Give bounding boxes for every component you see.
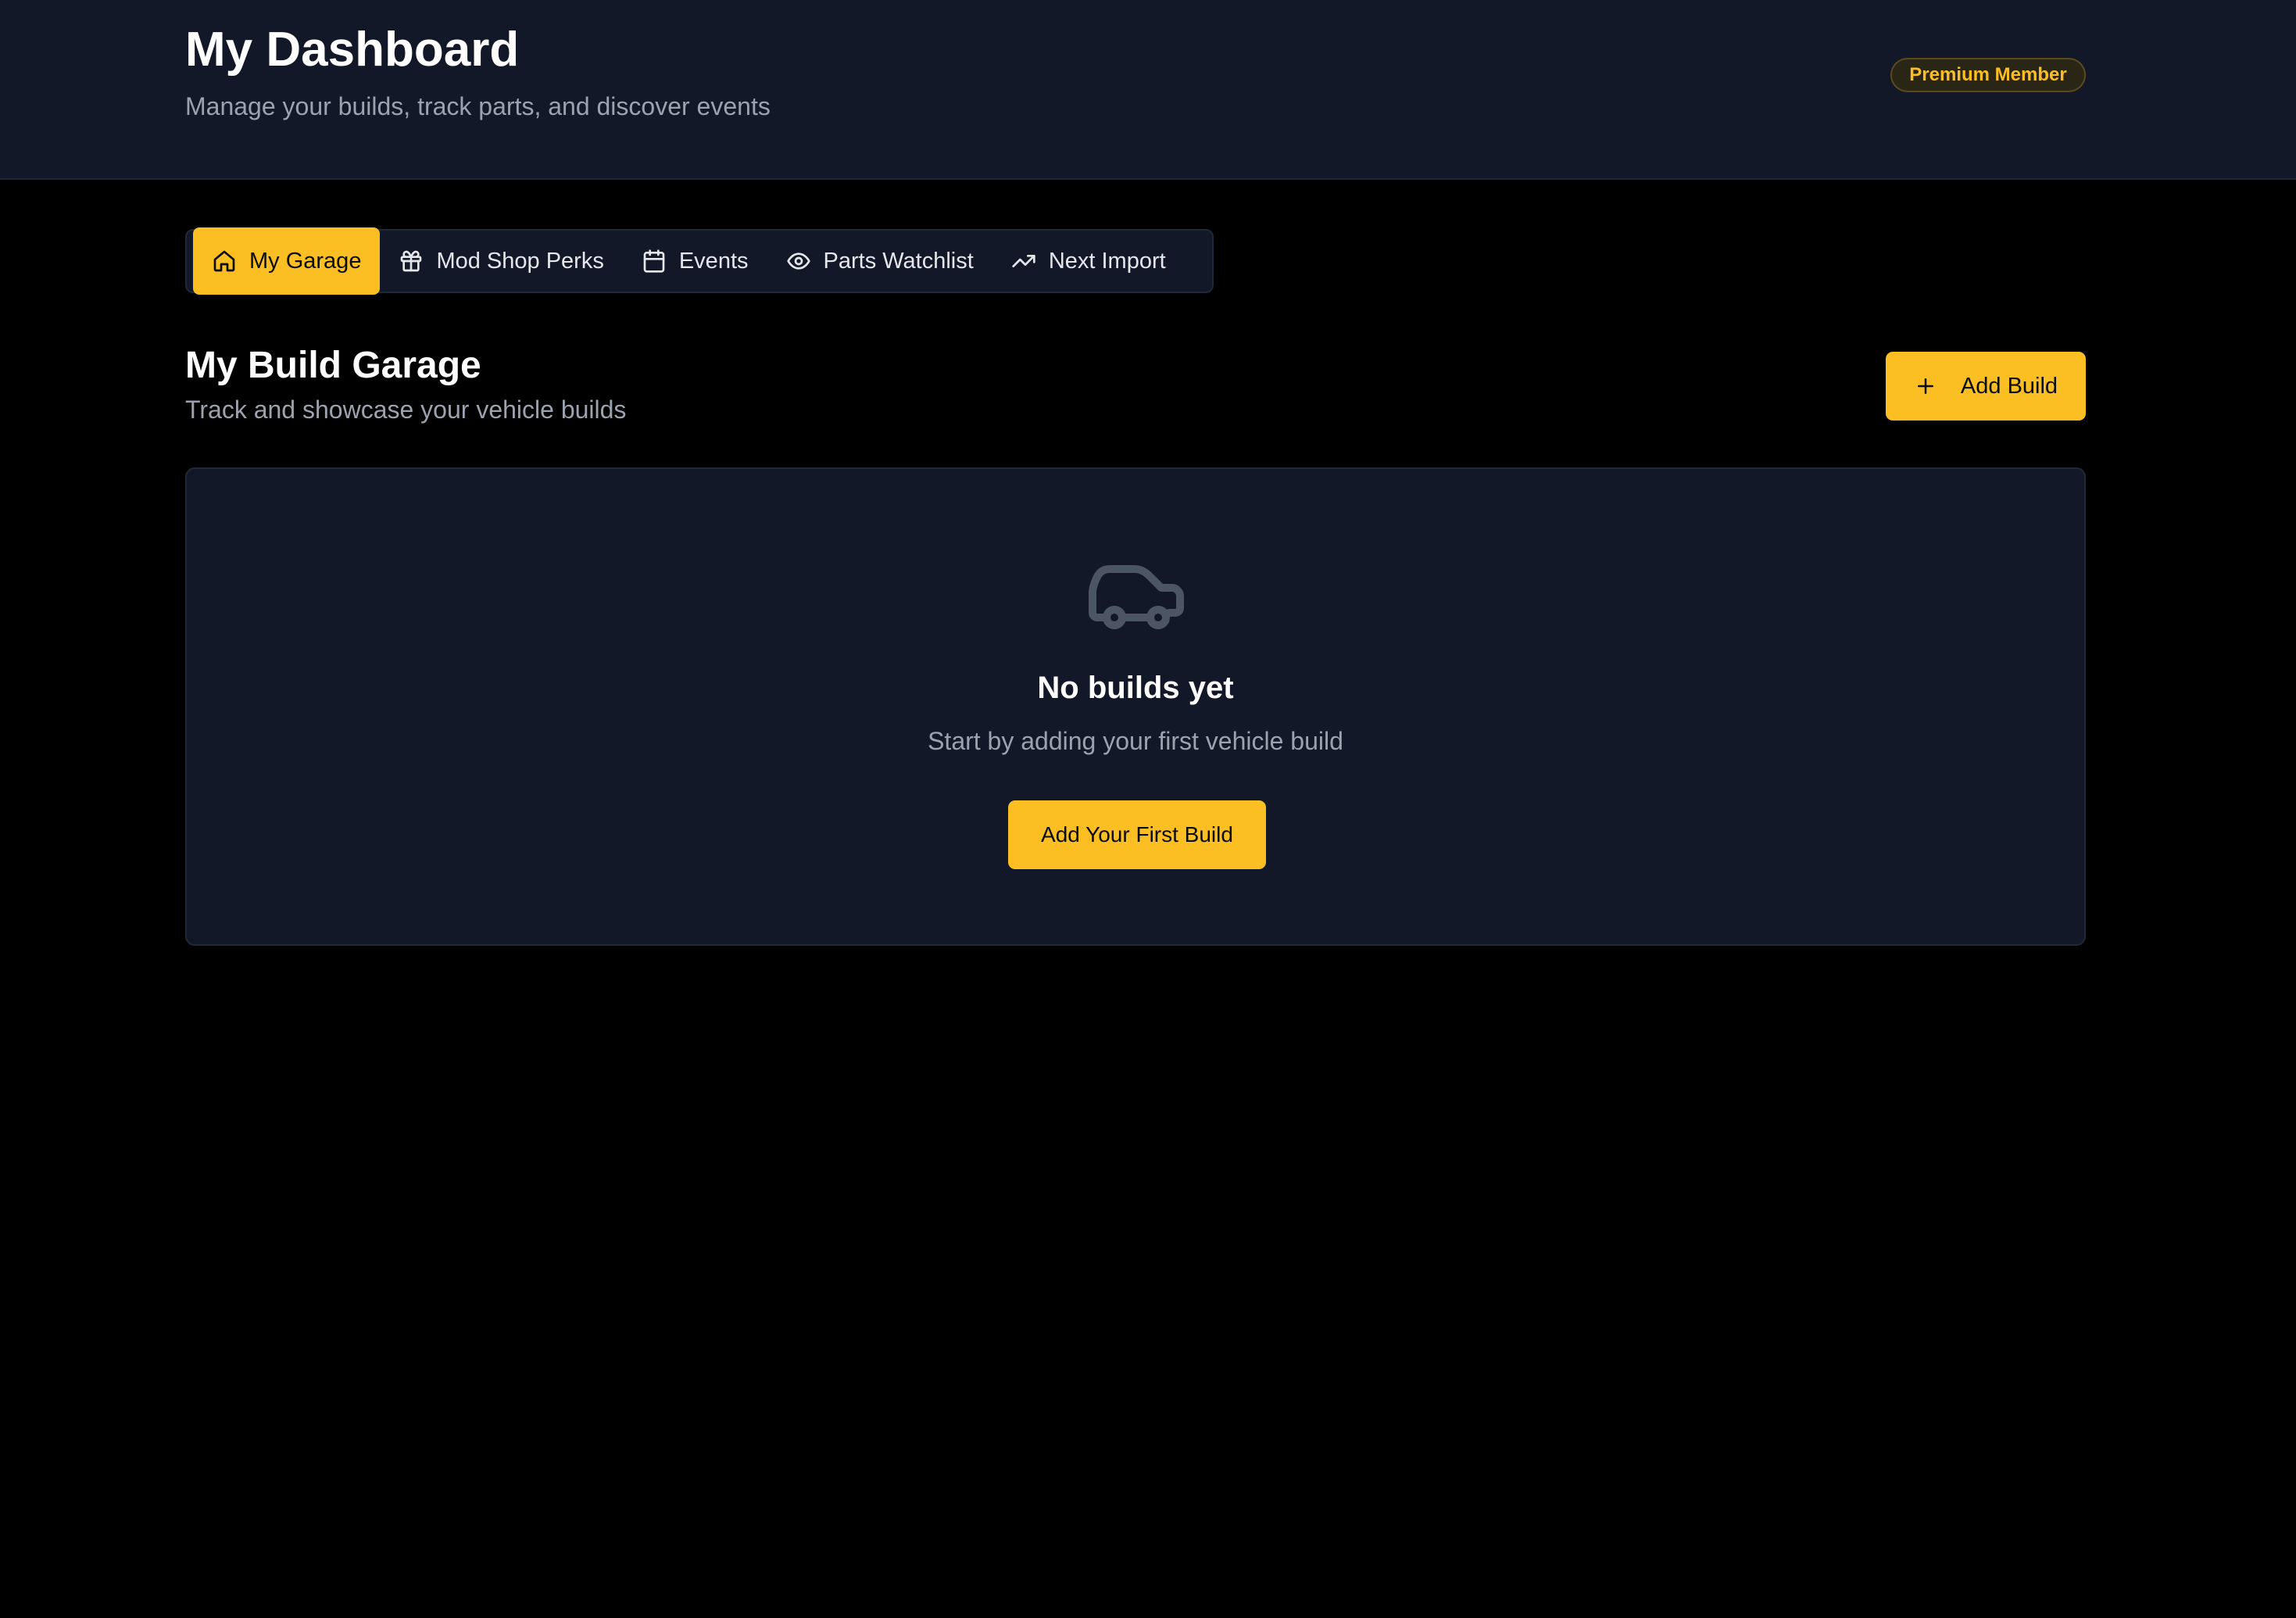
add-first-build-button[interactable]: Add Your First Build <box>1008 800 1266 869</box>
plus-icon <box>1917 378 1933 394</box>
empty-state-message: Start by adding your first vehicle build <box>928 727 1343 755</box>
tab-mod-shop-perks[interactable]: Mod Shop Perks <box>380 227 622 295</box>
tab-events[interactable]: Events <box>623 227 767 295</box>
empty-state-title: No builds yet <box>1037 671 1234 705</box>
tab-label: My Garage <box>249 248 362 274</box>
tab-label: Events <box>678 248 749 274</box>
tab-label: Parts Watchlist <box>823 248 974 274</box>
garage-subtitle: Track and showcase your vehicle builds <box>185 396 627 424</box>
tab-parts-watchlist[interactable]: Parts Watchlist <box>767 227 992 295</box>
premium-member-badge: Premium Member <box>1890 58 2086 92</box>
tab-my-garage[interactable]: My Garage <box>193 227 381 295</box>
car-icon <box>1089 565 1184 629</box>
tab-next-import[interactable]: Next Import <box>992 227 1185 295</box>
gift-icon <box>401 250 422 272</box>
dashboard-header: My Dashboard Manage your builds, track p… <box>0 0 2296 180</box>
eye-icon <box>786 252 810 270</box>
dashboard-tabs: My Garage Mod Shop Perks Events Parts Wa… <box>185 227 1214 295</box>
page-subtitle: Manage your builds, track parts, and dis… <box>185 92 771 120</box>
add-build-label: Add Build <box>1960 373 2058 399</box>
garage-title: My Build Garage <box>185 345 481 386</box>
add-build-button[interactable]: Add Build <box>1886 352 2086 421</box>
page-title: My Dashboard <box>185 23 520 77</box>
tab-label: Mod Shop Perks <box>436 248 604 274</box>
empty-state-card: No builds yet Start by adding your first… <box>185 467 2086 946</box>
tab-label: Next Import <box>1048 248 1166 274</box>
home-icon <box>213 250 235 272</box>
trending-up-icon <box>1012 255 1035 267</box>
calendar-icon <box>643 249 665 273</box>
